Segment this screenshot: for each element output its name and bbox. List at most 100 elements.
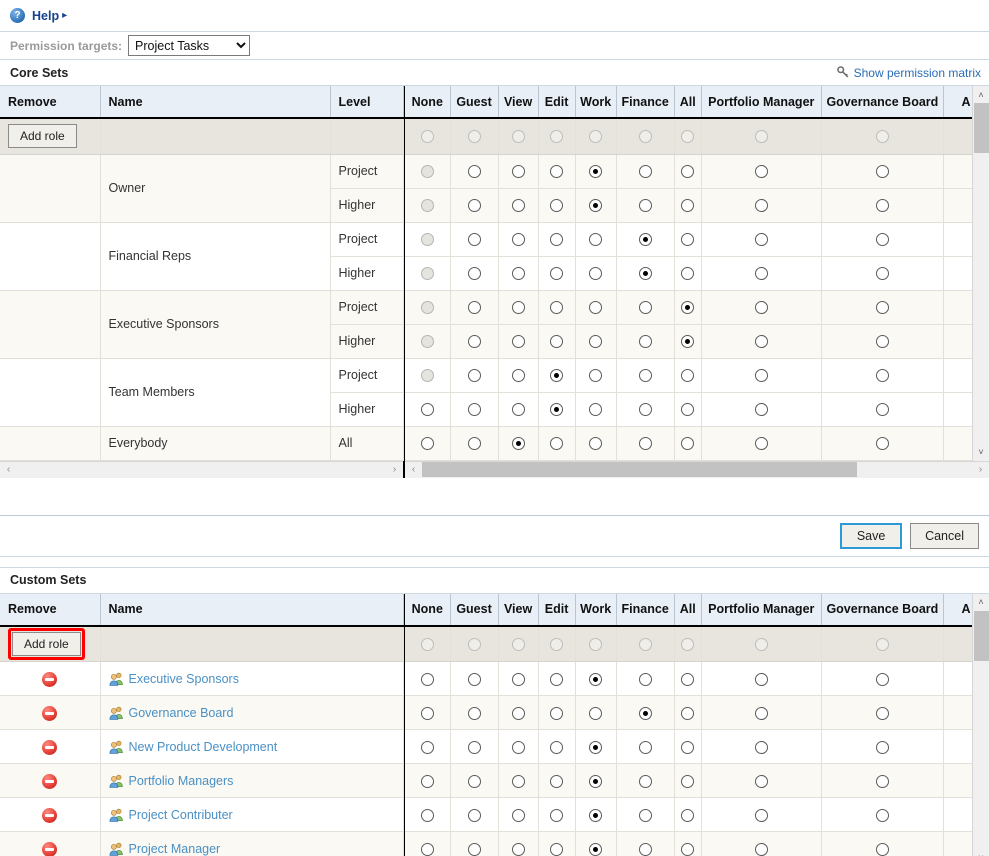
permission-radio[interactable] <box>467 672 481 686</box>
column-header-edit[interactable]: Edit <box>538 593 576 627</box>
permission-radio[interactable] <box>420 403 434 417</box>
permission-radio[interactable] <box>754 369 768 383</box>
permission-radio[interactable] <box>875 437 889 451</box>
permission-radio[interactable] <box>467 437 481 451</box>
custom-sets-vertical-scrollbar[interactable]: ˄ ˅ <box>972 593 989 856</box>
permission-radio[interactable] <box>875 267 889 281</box>
remove-circle-icon[interactable] <box>42 808 58 824</box>
permission-radio[interactable] <box>754 740 768 754</box>
permission-radio[interactable] <box>681 267 695 281</box>
permission-radio[interactable] <box>754 165 768 179</box>
column-header-finance[interactable]: Finance <box>616 86 675 119</box>
column-header-work[interactable]: Work <box>575 593 617 627</box>
permission-radio[interactable] <box>511 808 525 822</box>
permission-radio[interactable] <box>550 808 564 822</box>
permission-radio-selected[interactable] <box>638 267 652 281</box>
permission-radio[interactable] <box>467 165 481 179</box>
permission-radio[interactable] <box>550 774 564 788</box>
permission-radio[interactable] <box>638 369 652 383</box>
permission-radio[interactable] <box>511 335 525 349</box>
permission-radio[interactable] <box>467 267 481 281</box>
permission-radio[interactable] <box>875 740 889 754</box>
permission-radio[interactable] <box>550 740 564 754</box>
permission-radio[interactable] <box>511 706 525 720</box>
permission-radio[interactable] <box>875 706 889 720</box>
permission-radio-selected[interactable] <box>589 672 603 686</box>
role-name-link[interactable]: Portfolio Managers <box>129 774 234 788</box>
permission-radio[interactable] <box>638 842 652 856</box>
help-link[interactable]: Help <box>32 9 59 23</box>
permission-radio[interactable] <box>511 165 525 179</box>
permission-radio[interactable] <box>550 199 564 213</box>
permission-radio[interactable] <box>420 672 434 686</box>
permission-radio-selected[interactable] <box>589 808 603 822</box>
permission-radio[interactable] <box>467 301 481 315</box>
column-header-remove[interactable]: Remove <box>0 593 101 627</box>
permission-radio[interactable] <box>875 165 889 179</box>
permission-radio[interactable] <box>875 369 889 383</box>
permission-radio[interactable] <box>467 774 481 788</box>
permission-radio[interactable] <box>511 842 525 856</box>
column-header-level[interactable]: Level <box>330 86 404 119</box>
permission-radio[interactable] <box>754 437 768 451</box>
hscroll-left-track[interactable] <box>17 461 386 478</box>
permission-radio-selected[interactable] <box>550 369 564 383</box>
permission-radio[interactable] <box>467 808 481 822</box>
permission-radio[interactable] <box>550 267 564 281</box>
remove-cell[interactable] <box>0 831 101 856</box>
role-name-link[interactable]: Executive Sponsors <box>129 672 239 686</box>
permission-radio-selected[interactable] <box>638 706 652 720</box>
permission-radio[interactable] <box>875 403 889 417</box>
role-name-link[interactable]: Governance Board <box>129 706 234 720</box>
permission-radio[interactable] <box>511 740 525 754</box>
column-header-guest[interactable]: Guest <box>450 593 499 627</box>
remove-circle-icon[interactable] <box>42 842 58 856</box>
permission-radio[interactable] <box>467 842 481 856</box>
help-expand-arrow-icon[interactable]: ▸ <box>62 10 67 21</box>
vertical-scrollbar-thumb[interactable] <box>974 610 989 661</box>
permission-radio[interactable] <box>754 301 768 315</box>
column-header-none[interactable]: None <box>405 86 451 119</box>
permission-radio[interactable] <box>638 740 652 754</box>
permission-radio[interactable] <box>420 301 434 315</box>
permission-radio[interactable] <box>638 437 652 451</box>
permission-radio[interactable] <box>467 199 481 213</box>
permission-radio[interactable] <box>638 335 652 349</box>
permission-radio-selected[interactable] <box>511 437 525 451</box>
remove-cell[interactable] <box>0 763 101 798</box>
permission-radio[interactable] <box>681 706 695 720</box>
remove-cell[interactable] <box>0 729 101 764</box>
hscroll-right-arrow-icon[interactable]: › <box>386 461 403 478</box>
permission-radio[interactable] <box>638 672 652 686</box>
permission-radio[interactable] <box>467 740 481 754</box>
permission-radio[interactable] <box>681 672 695 686</box>
scroll-up-arrow-icon[interactable]: ˄ <box>973 86 989 103</box>
column-header-work[interactable]: Work <box>575 86 617 119</box>
permission-radio[interactable] <box>754 808 768 822</box>
permission-radio[interactable] <box>511 672 525 686</box>
scroll-down-arrow-icon[interactable]: ˅ <box>973 444 989 461</box>
permission-radio[interactable] <box>467 233 481 247</box>
remove-circle-icon[interactable] <box>42 740 58 756</box>
permission-radio[interactable] <box>638 774 652 788</box>
column-header-view[interactable]: View <box>498 593 539 627</box>
permission-radio[interactable] <box>420 267 434 281</box>
permission-radio-selected[interactable] <box>589 842 603 856</box>
permission-radio[interactable] <box>681 369 695 383</box>
permission-radio[interactable] <box>589 301 603 315</box>
core-sets-left-horizontal-scrollbar[interactable]: ‹ › <box>0 460 403 478</box>
remove-circle-icon[interactable] <box>42 672 58 688</box>
column-header-all[interactable]: All <box>674 593 702 627</box>
column-header-name[interactable]: Name <box>100 593 404 627</box>
permission-radio[interactable] <box>467 369 481 383</box>
column-header-portfolio-manager[interactable]: Portfolio Manager <box>701 593 822 627</box>
permission-radio[interactable] <box>681 165 695 179</box>
permission-radio[interactable] <box>681 233 695 247</box>
permission-radio[interactable] <box>467 335 481 349</box>
permission-radio[interactable] <box>420 437 434 451</box>
add-role-button[interactable]: Add role <box>8 124 77 149</box>
permission-radio[interactable] <box>550 301 564 315</box>
permission-radio[interactable] <box>754 233 768 247</box>
column-header-guest[interactable]: Guest <box>450 86 499 119</box>
add-role-button[interactable]: Add role <box>12 631 81 656</box>
